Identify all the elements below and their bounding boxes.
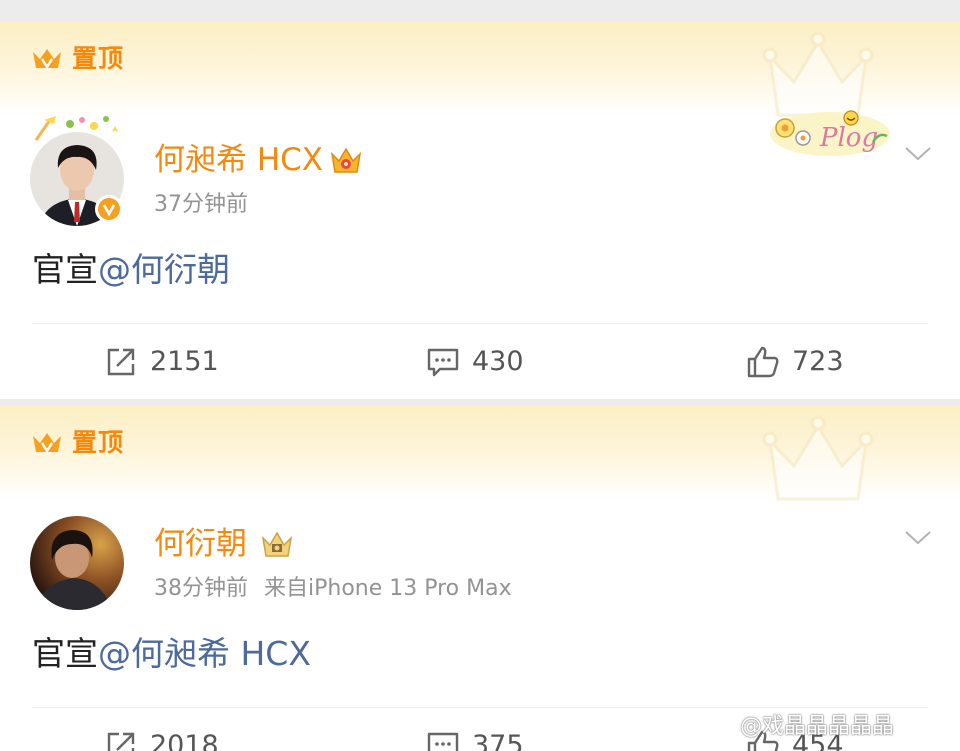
repost-button[interactable]: 2151: [104, 340, 219, 384]
weibo-post-card[interactable]: 置顶 何衍朝 38分钟前 来自iPhone 13 Pro Max 官宣@何昶希 …: [0, 406, 960, 751]
pinned-banner: 置顶: [0, 406, 960, 501]
like-count: 723: [792, 346, 844, 377]
comment-icon: [427, 348, 459, 377]
post-author-name[interactable]: 何衍朝: [154, 524, 247, 564]
mention-link[interactable]: @何衍朝: [98, 250, 230, 289]
divider: [32, 707, 928, 708]
verified-badge-icon: [95, 195, 123, 223]
repost-icon: [107, 348, 135, 376]
post-content-text: 官宣: [32, 634, 98, 673]
comment-icon: [427, 732, 459, 751]
pinned-label: 置顶: [72, 428, 125, 457]
like-button[interactable]: 723: [746, 340, 844, 384]
repost-count: 2151: [150, 346, 219, 377]
plog-sticker: Plog: [770, 110, 890, 156]
comment-button[interactable]: 375: [426, 724, 524, 751]
post-content: 官宣@何昶希 HCX: [32, 632, 311, 676]
repost-icon: [107, 732, 135, 751]
weibo-post-card[interactable]: 置顶 何昶希 HCX 37分钟前 Plog 官宣@何衍朝 2151 430 72…: [0, 22, 960, 399]
post-content: 官宣@何衍朝: [32, 248, 230, 292]
chevron-down-icon[interactable]: [903, 144, 933, 162]
post-author-name[interactable]: 何昶希 HCX: [154, 140, 323, 180]
post-time: 38分钟前: [154, 576, 248, 601]
comment-count: 430: [472, 346, 524, 377]
post-content-text: 官宣: [32, 250, 98, 289]
pinned-label: 置顶: [72, 44, 125, 73]
avatar[interactable]: [30, 516, 124, 610]
post-time: 37分钟前: [154, 192, 248, 217]
repost-button[interactable]: 2018: [104, 724, 219, 751]
mention-link[interactable]: @何昶希 HCX: [98, 634, 311, 673]
pin-crown-icon: [33, 433, 61, 454]
pin-crown-icon: [33, 49, 61, 70]
vip-crown-icon: [330, 147, 362, 173]
comment-count: 375: [472, 730, 524, 751]
post-timestamp: 38分钟前 来自iPhone 13 Pro Max: [154, 574, 512, 604]
watermark: @戏晶晶晶晶晶: [740, 714, 895, 739]
crown-watermark-icon: [762, 415, 874, 501]
divider: [32, 323, 928, 324]
chevron-down-icon[interactable]: [903, 528, 933, 546]
vip-crown-icon: [261, 531, 293, 557]
plog-sticker-text: Plog: [819, 123, 878, 153]
repost-count: 2018: [150, 730, 219, 751]
like-icon: [747, 346, 779, 378]
comment-button[interactable]: 430: [426, 340, 524, 384]
post-timestamp: 37分钟前: [154, 190, 248, 220]
post-source: 来自iPhone 13 Pro Max: [264, 576, 512, 601]
